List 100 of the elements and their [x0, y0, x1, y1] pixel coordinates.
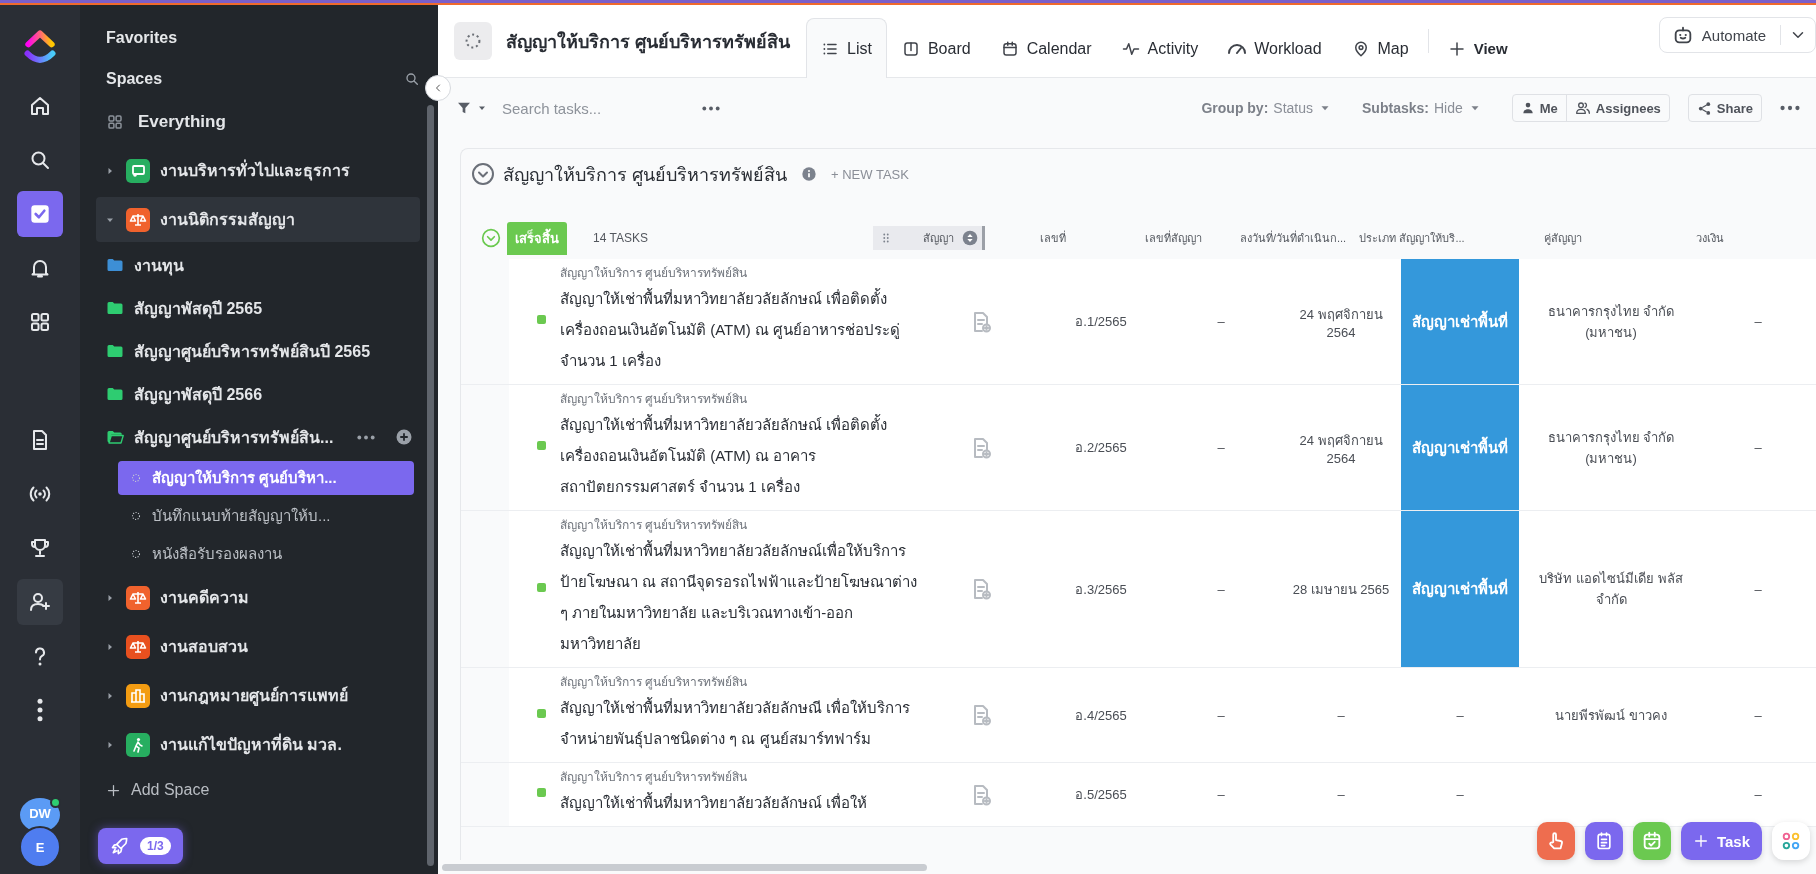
contract-type-tag: สัญญาเช่าพื้นที่ — [1401, 511, 1519, 667]
home-icon — [28, 94, 52, 118]
table-cell: – — [1754, 787, 1762, 802]
plus-icon — [106, 782, 121, 798]
board-icon — [901, 39, 920, 58]
table-cell-text: อ.2/2565 — [1075, 439, 1127, 457]
list-item[interactable]: สัญญาให้บริการ ศูนย์บริหา... — [118, 461, 414, 495]
person-plus-button[interactable] — [17, 579, 63, 625]
task-name[interactable]: สัญญาให้เช่าพื้นที่มหาวิทยาลัยวลัยลักษณี เพื่อให้บริการจำหน่ายพันธุ์ปลาชนิดต่าง ๆ ณ ศูนย์สมาร์ทฟาร์ม — [560, 692, 921, 754]
column-header[interactable]: ประเภท สัญญาให้บริ... — [1353, 226, 1471, 250]
breadcrumb[interactable]: สัญญาให้บริการ ศูนย์บริหารทรัพย์สิน — [560, 263, 921, 283]
plus-icon — [1692, 833, 1709, 849]
list-item[interactable]: หนังสือรับรองผลงาน — [118, 537, 414, 571]
vertical-dots-icon — [37, 698, 43, 722]
filter-icon — [456, 100, 472, 116]
view-tab[interactable]: Calendar — [985, 18, 1107, 78]
column-header[interactable]: วงเงิน — [1655, 226, 1765, 250]
folder-item[interactable]: สัญญาพัสดุปี 2565 — [96, 289, 424, 327]
assignees-button[interactable]: Assignees — [1565, 95, 1669, 121]
share-button[interactable]: Share — [1687, 94, 1762, 122]
task-name[interactable]: สัญญาให้เช่าพื้นที่มหาวิทยาลัยวลัยลักษณ์ เพื่อติดตั้งเครื่องถอนเงินอัตโนมัติ (ATM) ณ ศูนย์อาหารช่อประดู่ จำนวน 1 เครื่อง — [560, 283, 921, 376]
task-name[interactable]: สัญญาให้เช่าพื้นที่มหาวิทยาลัยวลัยลักษณ์เพื่อให้บริการป้ายโฆษณา ณ สถานีจุดรอรถไฟฟ้าและป้ายโฆษณาต่าง ๆ ภายในมหาวิทยาลัย และบริเวณทางเข้า-ออกมหาวิทยาลัย — [560, 535, 921, 659]
plus-icon — [1447, 39, 1466, 58]
page-title: สัญญาให้บริการ ศูนย์บริหารทรัพย์สิน — [506, 30, 790, 56]
dotted-circle-icon — [130, 548, 142, 560]
calendar-icon — [1000, 39, 1019, 58]
column-header[interactable]: เลขที่สัญญา — [1113, 226, 1233, 250]
notepad-button[interactable] — [1584, 822, 1623, 860]
task-name[interactable]: สัญญาให้เช่าพื้นที่มหาวิทยาลัยวลัยลักษณ์ เพื่อติดตั้งเครื่องถอนเงินอัตโนมัติ (ATM) ณ อาคาร สถาปัตยกรรมศาสตร์ จำนวน 1 เครื่อง — [560, 409, 921, 502]
dotted-circle-icon — [130, 472, 142, 484]
task-count: 14 TASKS — [593, 231, 648, 245]
folder-item[interactable]: สัญญาศูนย์บริหารทรัพย์สินปี 2565 — [96, 332, 424, 370]
automate-button[interactable]: Automate — [1658, 17, 1816, 53]
table-cell: – — [1754, 314, 1762, 329]
add-space-button[interactable]: Add Space — [96, 773, 210, 807]
view-tab[interactable]: Workload — [1213, 18, 1337, 78]
apps-button[interactable] — [1772, 822, 1810, 860]
dotted-circle-icon — [130, 510, 142, 522]
list-item[interactable]: บันทึกแนบท้ายสัญญาให้บ... — [118, 499, 414, 533]
table-cell-text: ธนาคารกรุงไทย จำกัด (มหาชน) — [1546, 428, 1676, 468]
avatar[interactable]: E — [19, 826, 61, 868]
grid-icon — [106, 113, 124, 131]
breadcrumb[interactable]: สัญญาให้บริการ ศูนย์บริหารทรัพย์สิน — [560, 672, 921, 692]
breadcrumb[interactable]: สัญญาให้บริการ ศูนย์บริหารทรัพย์สิน — [560, 767, 921, 787]
grid-icon — [28, 310, 52, 334]
add-view-button[interactable]: View — [1432, 18, 1523, 78]
view-tab[interactable]: Activity — [1106, 18, 1214, 78]
table-cell: – — [1217, 314, 1225, 329]
space-item[interactable]: งานบริหารทั่วไปและธุรการ — [96, 148, 420, 193]
favorites-heading[interactable]: Favorites — [96, 21, 424, 57]
me-filter-button[interactable]: Me — [1512, 95, 1566, 121]
breadcrumb[interactable]: สัญญาให้บริการ ศูนย์บริหารทรัพย์สิน — [560, 515, 921, 535]
column-header[interactable]: คู่สัญญา — [1471, 226, 1655, 250]
plus-circle-icon — [395, 428, 414, 446]
column-header[interactable]: ลงวันที่/วันที่ดำเนินก... — [1233, 226, 1353, 250]
table-cell: – — [1754, 707, 1762, 723]
everything-item[interactable]: Everything — [96, 101, 424, 143]
status-square — [537, 441, 546, 450]
table-cell: – — [1456, 787, 1464, 802]
table-cell: – — [1337, 787, 1345, 802]
progress-count: 1/3 — [140, 837, 171, 855]
collapse-sidebar-button[interactable] — [425, 75, 451, 101]
more-icon — [1780, 105, 1800, 111]
contract-type-tag: สัญญาเช่าพื้นที่ — [1401, 385, 1519, 510]
status-square — [537, 708, 546, 718]
view-tab[interactable]: Board — [886, 18, 986, 78]
view-tab[interactable]: List — [806, 18, 887, 78]
space-item[interactable]: งานกฎหมายศูนย์การแพทย์ — [96, 673, 420, 718]
column-header[interactable]: สัญญา — [873, 226, 985, 250]
task-name[interactable]: สัญญาให้เช่าพื้นที่มหาวิทยาลัยวลัยลักษณ์ เพื่อให้ — [560, 787, 921, 818]
collapse-chevron-icon — [471, 162, 495, 186]
folder-item[interactable]: งานทุน — [96, 246, 424, 284]
subtasks-dropdown[interactable]: Subtasks: Hide — [1362, 100, 1482, 116]
table-cell-text: อ.5/2565 — [1075, 786, 1127, 804]
reminder-button[interactable] — [1536, 822, 1575, 860]
checkbox-button[interactable] — [17, 191, 63, 237]
onboarding-button[interactable]: 1/3 — [98, 828, 183, 864]
view-tab[interactable]: Map — [1336, 18, 1424, 78]
space-item[interactable]: งานสอบสวน — [96, 624, 420, 669]
space-item[interactable]: งานนิติกรรมสัญญา — [96, 197, 420, 242]
breadcrumb[interactable]: สัญญาให้บริการ ศูนย์บริหารทรัพย์สิน — [560, 389, 921, 409]
person-plus-icon — [28, 590, 52, 614]
table-cell: – — [1217, 440, 1225, 455]
table-cell: – — [1217, 787, 1225, 802]
space-item[interactable]: งานแก้ไขปัญหาที่ดิน มวล. — [96, 722, 420, 767]
horizontal-scrollbar[interactable] — [442, 864, 927, 871]
table-cell-text: 24 พฤศจิกายน 2564 — [1298, 431, 1384, 466]
table-cell-text: 24 พฤศจิกายน 2564 — [1298, 305, 1384, 340]
new-task-button[interactable]: Task — [1680, 822, 1762, 860]
space-item[interactable]: งานคดีความ — [96, 575, 420, 620]
people-icon — [1574, 100, 1591, 116]
vertical-scrollbar[interactable] — [427, 105, 434, 866]
folder-item[interactable]: สัญญาศูนย์บริหารทรัพย์สิน... — [96, 418, 424, 456]
search-field[interactable]: Search tasks... — [500, 98, 690, 118]
folder-item[interactable]: สัญญาพัสดุปี 2566 — [96, 375, 424, 413]
spaces-heading: Spaces — [106, 70, 164, 88]
group-by-dropdown[interactable]: Group by: Status — [1201, 100, 1333, 116]
table-cell-text: นายพีรพัฒน์ ขาวคง — [1555, 706, 1667, 725]
rocket-icon — [110, 836, 130, 856]
column-header[interactable]: เลขที่ — [993, 226, 1113, 250]
